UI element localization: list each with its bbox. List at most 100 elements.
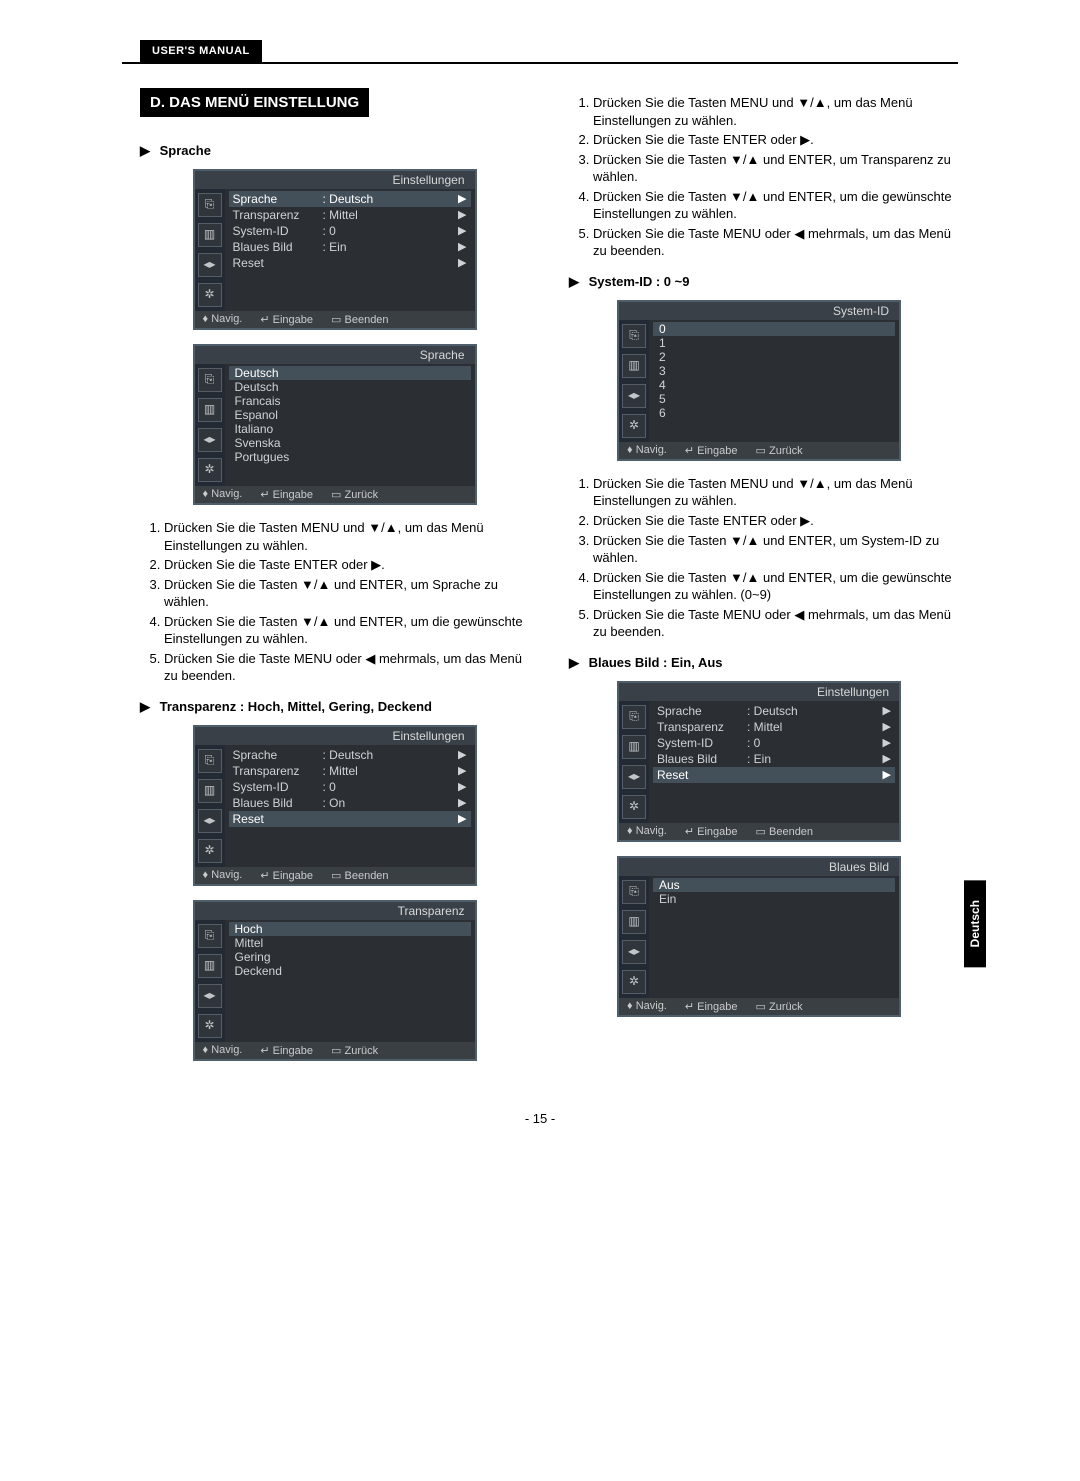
step-item: Drücken Sie die Tasten ▼/▲ und ENTER, um… [164,576,529,611]
osd-icon-strip: ⎘ ▥ ◂▸ ✲ [195,920,225,1042]
osd-einstellungen-blau: Einstellungen ⎘ ▥ ◂▸ ✲ Sprache: Deutsch▶… [617,681,901,842]
osd-row: Reset▶ [229,811,471,827]
heading-transparenz-text: Transparenz : Hoch, Mittel, Gering, Deck… [160,699,432,714]
osd-title: System-ID [619,302,899,320]
osd-list-item: Ein [653,892,895,906]
step-item: Drücken Sie die Tasten MENU und ▼/▲, um … [593,94,958,129]
osd-row: Reset▶ [229,255,471,271]
osd-list-item: 4 [653,378,895,392]
osd-icon: ◂▸ [198,253,222,277]
manual-label: USER'S MANUAL [140,40,262,62]
osd-row: System-ID: 0▶ [229,223,471,239]
menu-icon: ▭ [331,870,341,882]
triangle-right-icon: ▶ [140,143,150,159]
osd-icon: ⎘ [198,193,222,217]
enter-icon: ↵ [260,870,269,882]
osd-einstellungen-trans: Einstellungen ⎘ ▥ ◂▸ ✲ Sprache: Deutsch▶… [193,725,477,886]
enter-icon: ↵ [260,1045,269,1057]
enter-icon: ↵ [260,489,269,501]
left-column: D. DAS MENÜ EINSTELLUNG ▶ Sprache Einste… [140,88,529,1075]
osd-title: Einstellungen [619,683,899,701]
osd-icon: ⎘ [198,749,222,773]
heading-blauesbild: ▶ Blaues Bild : Ein, Aus [569,655,958,671]
enter-icon: ↵ [685,1001,694,1013]
steps-transparenz: Drücken Sie die Tasten MENU und ▼/▲, um … [569,94,958,260]
osd-row: System-ID: 0▶ [229,779,471,795]
menu-icon: ▭ [756,826,766,838]
osd-footer: ♦ Navig. ↵ Eingabe ▭ Zurück [619,998,899,1015]
osd-icon: ✲ [198,1014,222,1038]
osd-list-item: Deutsch [229,366,471,380]
language-tab: Deutsch [964,880,986,967]
osd-row: Sprache: Deutsch▶ [653,703,895,719]
osd-icon: ⎘ [198,368,222,392]
osd-list-item: Italiano [229,422,471,436]
osd-list-item: 2 [653,350,895,364]
osd-footer: ♦ Navig. ↵ Eingabe ▭ Beenden [195,867,475,884]
osd-list-item: Hoch [229,922,471,936]
step-item: Drücken Sie die Tasten ▼/▲ und ENTER, um… [593,151,958,186]
osd-list-item: 6 [653,406,895,420]
osd-icon-strip: ⎘ ▥ ◂▸ ✲ [195,745,225,867]
updown-icon: ♦ [627,825,633,837]
osd-icon-strip: ⎘ ▥ ◂▸ ✲ [619,876,649,998]
step-item: Drücken Sie die Taste MENU oder ◀ mehrma… [593,606,958,641]
osd-list-item: 0 [653,322,895,336]
heading-transparenz: ▶ Transparenz : Hoch, Mittel, Gering, De… [140,699,529,715]
enter-icon: ↵ [260,314,269,326]
triangle-right-icon: ▶ [569,274,579,290]
updown-icon: ♦ [203,869,209,881]
osd-icon: ◂▸ [622,384,646,408]
right-column: Drücken Sie die Tasten MENU und ▼/▲, um … [569,88,958,1075]
osd-list-item: Francais [229,394,471,408]
osd-icon: ▥ [198,779,222,803]
step-item: Drücken Sie die Tasten ▼/▲ und ENTER, um… [164,613,529,648]
osd-sprache-list: Sprache ⎘ ▥ ◂▸ ✲ DeutschDeutschFrancaisE… [193,344,477,505]
heading-systemid: ▶ System-ID : 0 ~9 [569,274,958,290]
osd-icon: ◂▸ [198,984,222,1008]
osd-icon: ◂▸ [622,940,646,964]
step-item: Drücken Sie die Taste ENTER oder ▶. [593,512,958,530]
updown-icon: ♦ [203,1044,209,1056]
osd-row: Transparenz: Mittel▶ [229,207,471,223]
osd-icon: ◂▸ [198,428,222,452]
steps-systemid: Drücken Sie die Tasten MENU und ▼/▲, um … [569,475,958,641]
menu-icon: ▭ [331,489,341,501]
osd-icon: ▥ [198,954,222,978]
osd-row: Transparenz: Mittel▶ [229,763,471,779]
osd-row: System-ID: 0▶ [653,735,895,751]
osd-icon: ✲ [198,458,222,482]
osd-title: Einstellungen [195,171,475,189]
menu-icon: ▭ [331,1045,341,1057]
osd-row: Sprache: Deutsch▶ [229,747,471,763]
osd-row: Reset▶ [653,767,895,783]
steps-sprache: Drücken Sie die Tasten MENU und ▼/▲, um … [140,519,529,685]
osd-icon: ▥ [198,223,222,247]
updown-icon: ♦ [627,444,633,456]
page-number: - 15 - [0,1111,1080,1126]
updown-icon: ♦ [627,1000,633,1012]
step-item: Drücken Sie die Tasten MENU und ▼/▲, um … [593,475,958,510]
osd-row: Blaues Bild: On▶ [229,795,471,811]
osd-row: Transparenz: Mittel▶ [653,719,895,735]
osd-title: Transparenz [195,902,475,920]
osd-icon-strip: ⎘ ▥ ◂▸ ✲ [619,701,649,823]
osd-footer: ♦ Navig. ↵ Eingabe ▭ Zurück [195,486,475,503]
triangle-right-icon: ▶ [140,699,150,715]
triangle-right-icon: ▶ [569,655,579,671]
osd-icon: ⎘ [622,705,646,729]
osd-icon: ⎘ [198,924,222,948]
osd-icon-strip: ⎘ ▥ ◂▸ ✲ [619,320,649,442]
step-item: Drücken Sie die Taste ENTER oder ▶. [593,131,958,149]
menu-icon: ▭ [756,1001,766,1013]
section-title: D. DAS MENÜ EINSTELLUNG [140,88,369,117]
osd-footer: ♦ Navig. ↵ Eingabe ▭ Zurück [195,1042,475,1059]
osd-icon: ▥ [622,735,646,759]
osd-list-item: Gering [229,950,471,964]
osd-list-item: Aus [653,878,895,892]
osd-title: Sprache [195,346,475,364]
heading-blauesbild-text: Blaues Bild : Ein, Aus [589,655,723,670]
step-item: Drücken Sie die Tasten ▼/▲ und ENTER, um… [593,569,958,604]
osd-footer: ♦ Navig. ↵ Eingabe ▭ Beenden [619,823,899,840]
step-item: Drücken Sie die Taste ENTER oder ▶. [164,556,529,574]
